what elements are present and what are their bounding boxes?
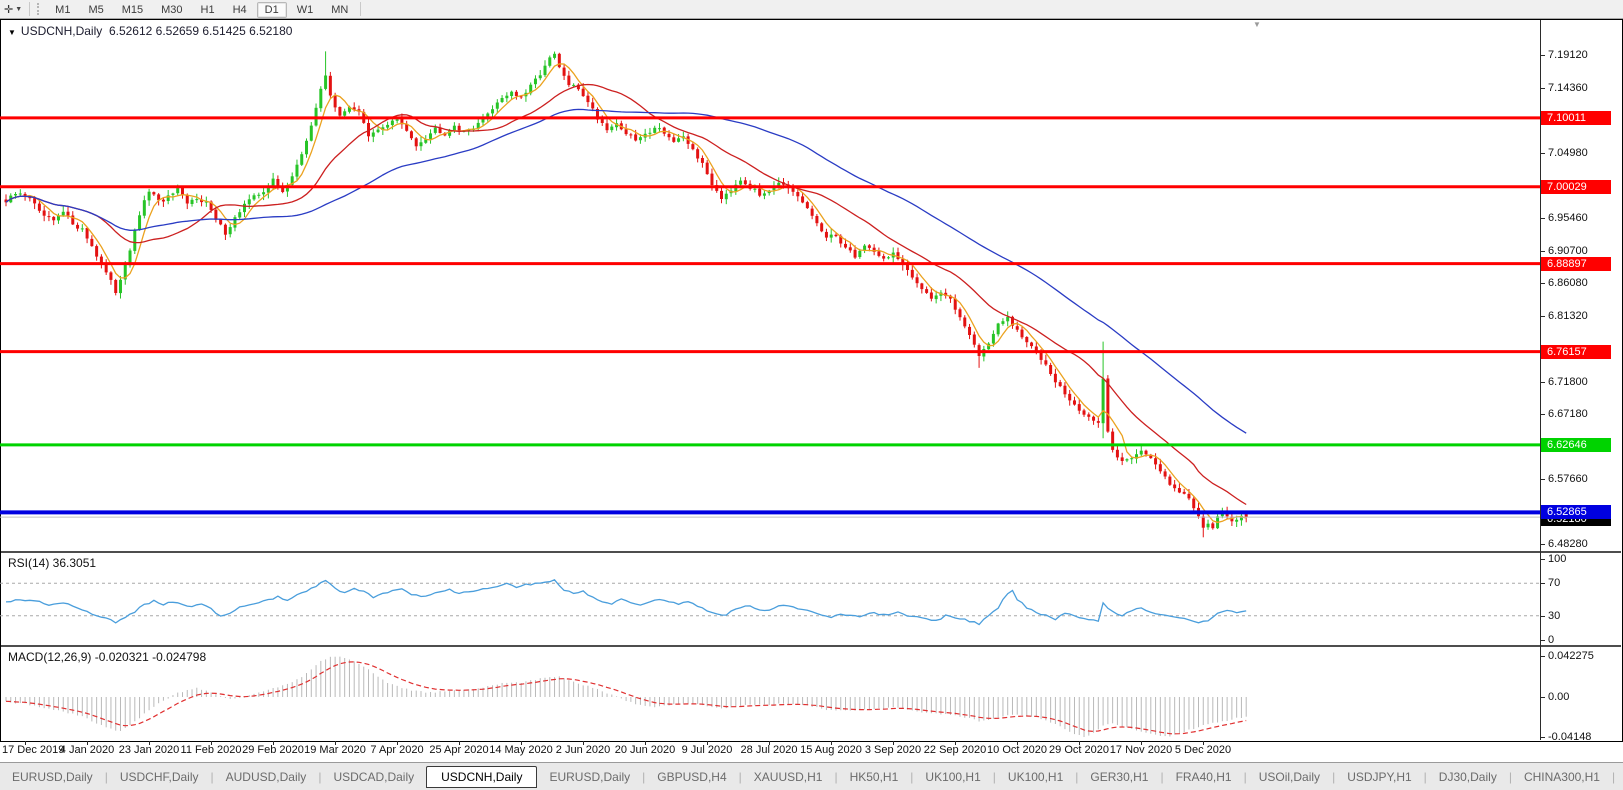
price-tick-label: 6.90700 — [1548, 245, 1588, 257]
time-tick-label: 17 Dec 2019 — [2, 744, 65, 756]
time-tick-label: 15 Aug 2020 — [800, 744, 862, 756]
chart-tab-china300-h1[interactable]: CHINA300,H1 — [1512, 767, 1612, 787]
price-tick-mark — [1540, 382, 1545, 383]
chart-tab-usdchf-daily[interactable]: USDCHF,Daily — [108, 767, 211, 787]
macd-tick-mark — [1540, 697, 1545, 698]
price-tick-label: 7.04980 — [1548, 147, 1588, 159]
price-tick-mark — [1540, 316, 1545, 317]
chart-tab-xauusd-h1[interactable]: XAUUSD,H1 — [742, 767, 835, 787]
time-tick-label: 17 Nov 2020 — [1109, 744, 1173, 756]
chart-tab-fra40-h1[interactable]: FRA40,H1 — [1164, 767, 1244, 787]
time-tick-label: 3 Sep 2020 — [864, 744, 922, 756]
price-tick-label: 6.57660 — [1548, 473, 1588, 485]
macd-tick-mark — [1540, 656, 1545, 657]
chart-tab-hk50-h1[interactable]: HK50,H1 — [838, 767, 911, 787]
price-tick-label: 7.19120 — [1548, 49, 1588, 61]
price-tick-mark — [1540, 88, 1545, 89]
macd-plot[interactable] — [5, 656, 1247, 738]
time-tick-label: 20 Jun 2020 — [614, 744, 676, 756]
mt4-chart-window: ✛ ▼ M1 M5 M15 M30 H1 H4 D1 W1 MN ▼ USDCNH,Daily 6… — [0, 0, 1623, 790]
chart-tab-usdjpy-h1[interactable]: USDJPY,H1 — [1335, 767, 1423, 787]
level-price-label: 7.10011 — [1541, 111, 1611, 125]
price-tick-mark — [1540, 153, 1545, 154]
price-tick-mark — [1540, 414, 1545, 415]
chart-tab-usdcad-daily[interactable]: USDCAD,Daily — [321, 767, 426, 787]
chart-tab-gbpusd-h4[interactable]: GBPUSD,H4 — [645, 767, 738, 787]
chart-tab-usoil-daily[interactable]: USOil,Daily — [1247, 767, 1332, 787]
macd-axis-label: 0.042275 — [1548, 650, 1594, 662]
chart-title: ▼ USDCNH,Daily 6.52612 6.52659 6.51425 6.… — [8, 24, 292, 38]
price-tick-label: 6.67180 — [1548, 408, 1588, 420]
rsi-tick-mark — [1540, 640, 1545, 641]
price-tick-mark — [1540, 218, 1545, 219]
chart-tab-uk100-h1[interactable]: UK100,H1 — [996, 767, 1075, 787]
macd-indicator-label: MACD(12,26,9) -0.020321 -0.024798 — [8, 650, 207, 664]
time-tick-label: 4 Jan 2020 — [59, 744, 115, 756]
rsi-plot[interactable] — [0, 579, 1540, 626]
level-price-label: 6.76157 — [1541, 345, 1611, 359]
price-tick-label: 6.71800 — [1548, 376, 1588, 388]
chart-tab-ger30-h1[interactable]: GER30,H1 — [1078, 767, 1160, 787]
chart-tab-eurusd-daily[interactable]: EURUSD,Daily — [537, 767, 642, 787]
price-tick-label: 6.48280 — [1548, 538, 1588, 550]
time-tick-label: 29 Oct 2020 — [1049, 744, 1109, 756]
rsi-indicator-label: RSI(14) 36.3051 — [8, 556, 97, 570]
rsi-axis-label: 100 — [1548, 553, 1567, 565]
rsi-tick-mark — [1540, 583, 1545, 584]
time-tick-label: 2 Jun 2020 — [555, 744, 611, 756]
price-tick-label: 6.81320 — [1548, 310, 1588, 322]
time-tick-label: 5 Dec 2020 — [1174, 744, 1232, 756]
time-tick-label: 19 Mar 2020 — [304, 744, 366, 756]
price-tick-label: 6.86080 — [1548, 277, 1588, 289]
chart-tab-audusd-daily[interactable]: AUDUSD,Daily — [214, 767, 319, 787]
time-tick-label: 14 May 2020 — [489, 744, 553, 756]
price-tick-mark — [1540, 251, 1545, 252]
time-tick-label: 10 Oct 2020 — [987, 744, 1047, 756]
price-tick-mark — [1540, 55, 1545, 56]
time-tick-label: 25 Apr 2020 — [429, 744, 489, 756]
time-tick-label: 7 Apr 2020 — [370, 744, 424, 756]
price-tick-mark — [1540, 544, 1545, 545]
price-tick-mark — [1540, 479, 1545, 480]
time-tick-label: 9 Jul 2020 — [681, 744, 733, 756]
level-price-label: 7.00029 — [1541, 180, 1611, 194]
price-tick-mark — [1540, 283, 1545, 284]
time-tick-label: 11 Feb 2020 — [180, 744, 242, 756]
time-tick-label: 29 Feb 2020 — [242, 744, 304, 756]
time-tick-label: 28 Jul 2020 — [740, 744, 798, 756]
chart-tab-eurusd-daily[interactable]: EURUSD,Daily — [0, 767, 105, 787]
rsi-tick-mark — [1540, 559, 1545, 560]
chart-tab-usdcnh-daily[interactable]: USDCNH,Daily — [426, 766, 538, 788]
collapse-triangle-icon[interactable]: ▼ — [8, 28, 16, 37]
chart-ohlc-values: 6.52612 6.52659 6.51425 6.52180 — [108, 24, 293, 38]
macd-tick-mark — [1540, 737, 1545, 738]
time-tick-label: 23 Jan 2020 — [118, 744, 180, 756]
rsi-axis-label: 30 — [1548, 610, 1561, 622]
price-chart-canvas[interactable] — [0, 0, 1623, 762]
level-price-label: 6.52865 — [1541, 505, 1611, 519]
level-price-label: 6.88897 — [1541, 257, 1611, 271]
chart-shift-marker-icon[interactable]: ▼ — [1253, 20, 1261, 29]
rsi-axis-label: 70 — [1548, 577, 1561, 589]
macd-axis-label: -0.04148 — [1548, 731, 1592, 743]
chart-tab-dj30-daily[interactable]: DJ30,Daily — [1427, 767, 1509, 787]
time-tick-label: 22 Sep 2020 — [923, 744, 987, 756]
macd-axis-label: 0.00 — [1548, 691, 1570, 703]
rsi-axis-label: 0 — [1548, 634, 1555, 646]
horizontal-level-lines[interactable] — [0, 116, 1540, 518]
price-tick-label: 7.14360 — [1548, 82, 1588, 94]
chart-tab-bar: EURUSD,Daily | USDCHF,Daily | AUDUSD,Daily | U… — [0, 762, 1623, 790]
rsi-tick-mark — [1540, 616, 1545, 617]
chart-tab-uk100-h1[interactable]: UK100,H1 — [913, 767, 992, 787]
chart-tab-usoil-[interactable]: USOil, — [1615, 767, 1623, 787]
level-price-label: 6.62646 — [1541, 438, 1611, 452]
price-tick-label: 6.95460 — [1548, 212, 1588, 224]
moving-average-20 — [5, 83, 1247, 506]
chart-symbol: USDCNH,Daily — [20, 24, 103, 38]
